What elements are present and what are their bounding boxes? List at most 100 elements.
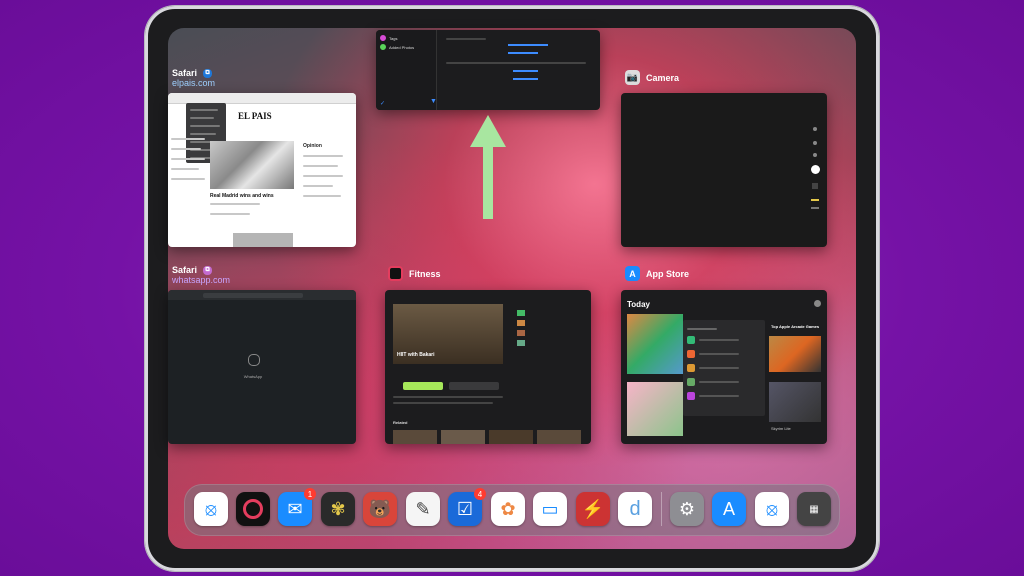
video-title: HIIT with Bakari	[397, 352, 435, 358]
text-line	[171, 158, 205, 160]
flash-icon[interactable]	[813, 127, 817, 131]
play-button[interactable]	[403, 382, 443, 390]
link-line[interactable]	[513, 70, 538, 72]
app-icon[interactable]	[687, 392, 695, 400]
files-icon[interactable]: ▭	[533, 492, 567, 526]
shutter-button[interactable]	[811, 165, 820, 174]
text-line	[303, 195, 341, 197]
day-one-icon[interactable]: d	[618, 492, 652, 526]
masthead: EL PAIS	[238, 111, 272, 121]
related-thumb[interactable]	[393, 430, 437, 444]
app-icon[interactable]	[687, 378, 695, 386]
link-line[interactable]	[513, 78, 538, 80]
mode-selector[interactable]	[811, 207, 819, 209]
text-line	[171, 178, 205, 180]
photos-icon[interactable]: ✿	[491, 492, 525, 526]
address-bar[interactable]	[203, 293, 303, 298]
text-line	[303, 175, 343, 177]
appstore-card-label: A App Store	[625, 266, 689, 281]
workout-thumb[interactable]	[517, 330, 525, 336]
safari-icon[interactable]: ⦻	[194, 492, 228, 526]
text-line	[699, 395, 739, 397]
camera-card[interactable]	[621, 93, 827, 247]
app-library-icon[interactable]: ▦	[797, 492, 831, 526]
slideover-right-panel: ▼	[430, 30, 600, 110]
story-headline: Real Madrid wins and wins	[210, 193, 274, 199]
camera-controls	[811, 127, 821, 217]
arcade-heading: Top Apple Arcade Games	[771, 324, 820, 329]
related-thumb[interactable]	[537, 430, 581, 444]
safari-elpais-card[interactable]: EL PAIS Opinion Real Madrid wins and win…	[168, 93, 356, 247]
app-icon[interactable]	[687, 336, 695, 344]
safari-recent-icon[interactable]: ⦻	[755, 492, 789, 526]
menu-item[interactable]	[190, 133, 216, 135]
photo-preview[interactable]	[812, 183, 818, 189]
avatar[interactable]	[814, 300, 821, 307]
feature-card[interactable]	[627, 314, 683, 374]
mail-icon[interactable]: ✉ 1	[278, 488, 316, 526]
today-heading: Today	[627, 300, 650, 309]
opinion-heading: Opinion	[303, 143, 322, 149]
menu-item[interactable]	[190, 125, 220, 127]
tes-icon[interactable]: ✾	[321, 492, 355, 526]
safari-whatsapp-card[interactable]: WhatsApp	[168, 290, 356, 444]
camera-icon: 📷	[625, 70, 640, 85]
things-badge: 4	[474, 488, 486, 500]
chevron-down-icon[interactable]: ▼	[430, 98, 437, 105]
link-line[interactable]	[508, 52, 538, 54]
fitness-icon[interactable]	[236, 492, 270, 526]
skyrim-label: Skyrim Lite	[771, 426, 791, 431]
menu-item[interactable]	[190, 117, 214, 119]
window-icon: ⧉	[203, 265, 213, 275]
link-line[interactable]	[508, 44, 548, 46]
appstore-icon[interactable]: A	[712, 492, 746, 526]
feature-card[interactable]	[627, 382, 683, 436]
fitness-app-name: Fitness	[409, 268, 441, 279]
app-icon[interactable]	[687, 364, 695, 372]
bear-icon[interactable]: 🐻	[363, 492, 397, 526]
appstore-app-name: App Store	[646, 268, 690, 279]
related-thumb[interactable]	[489, 430, 533, 444]
fitness-card[interactable]: HIIT with Bakari Related	[385, 290, 591, 444]
whatsapp-label: WhatsApp	[243, 374, 263, 379]
workout-list	[517, 304, 583, 364]
timer-icon[interactable]	[813, 153, 817, 157]
workout-thumb[interactable]	[517, 340, 525, 346]
text-line	[303, 165, 338, 167]
instruments-icon[interactable]: ⚡	[576, 492, 610, 526]
safari-card-url: elpais.com	[172, 78, 216, 88]
workout-thumb[interactable]	[517, 320, 525, 326]
text-line	[171, 168, 199, 170]
thumb-photo	[233, 233, 293, 247]
drafts-icon[interactable]: ✎	[406, 492, 440, 526]
app-icon[interactable]	[687, 350, 695, 358]
arcade-card-2[interactable]	[769, 382, 821, 422]
safari-app-name-2: Safari	[172, 265, 198, 275]
slideover-card[interactable]: Tags Added Photos ✓ ▼	[376, 30, 600, 110]
text-line	[699, 339, 739, 341]
related-heading: Related	[393, 420, 408, 425]
things-icon[interactable]: ☑ 4	[448, 488, 486, 526]
photos-icon	[380, 44, 386, 50]
text-line	[699, 381, 739, 383]
tags-icon	[380, 35, 386, 41]
live-icon[interactable]	[813, 141, 817, 145]
workout-thumb[interactable]	[517, 310, 525, 316]
text-line	[210, 213, 250, 215]
mode-selector[interactable]	[811, 199, 819, 201]
preview-button[interactable]	[449, 382, 499, 390]
check-icon[interactable]: ✓	[380, 100, 385, 107]
arcade-card[interactable]	[769, 336, 821, 372]
camera-card-label: 📷 Camera	[625, 70, 679, 85]
text-line	[393, 402, 493, 404]
safari-app-name: Safari	[172, 68, 198, 78]
menu-item[interactable]	[190, 109, 218, 111]
appstore-card[interactable]: Today Top Apple Arcade Games Skyrim Lite	[621, 290, 827, 444]
fitness-icon	[388, 266, 403, 281]
tags-row: Tags	[380, 35, 397, 41]
text-line	[303, 185, 333, 187]
settings-icon[interactable]: ⚙	[670, 492, 704, 526]
video-thumbnail[interactable]: HIIT with Bakari	[393, 304, 503, 364]
text-line	[303, 155, 343, 157]
related-thumb[interactable]	[441, 430, 485, 444]
